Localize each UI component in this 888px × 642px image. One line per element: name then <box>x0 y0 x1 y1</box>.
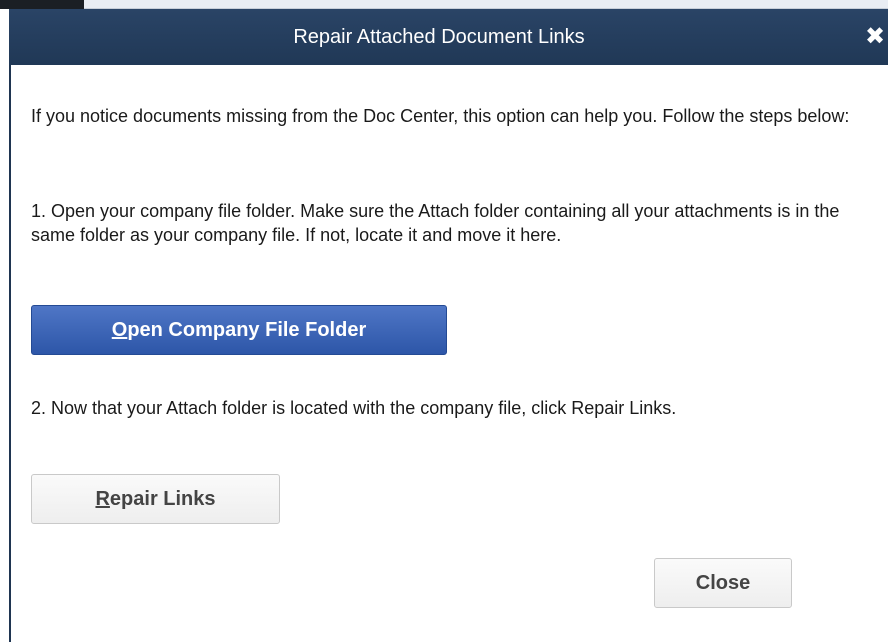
open-folder-mnemonic: O <box>111 319 128 341</box>
background-dark-tab <box>0 0 84 9</box>
step1-text: 1. Open your company file folder. Make s… <box>31 201 840 245</box>
repair-links-mnemonic: R <box>95 488 110 510</box>
dialog-left-border <box>9 9 11 642</box>
open-folder-label: pen Company File Folder <box>127 319 367 341</box>
close-icon[interactable]: ✖ <box>864 9 886 65</box>
open-company-file-folder-button[interactable]: Open Company File Folder <box>31 305 447 355</box>
step2-text: 2. Now that your Attach folder is locate… <box>31 398 677 418</box>
dialog-titlebar: Repair Attached Document Links ✖ <box>9 9 888 65</box>
dialog-window: Repair Attached Document Links ✖ If you … <box>0 0 888 642</box>
repair-links-label: epair Links <box>109 488 216 510</box>
background-window-strip <box>0 0 888 9</box>
intro-text: If you notice documents missing from the… <box>31 106 850 126</box>
close-button[interactable]: Close <box>654 558 792 608</box>
repair-links-button[interactable]: Repair Links <box>31 474 280 524</box>
background-toolbar <box>84 0 888 9</box>
dialog-title: Repair Attached Document Links <box>293 26 585 48</box>
